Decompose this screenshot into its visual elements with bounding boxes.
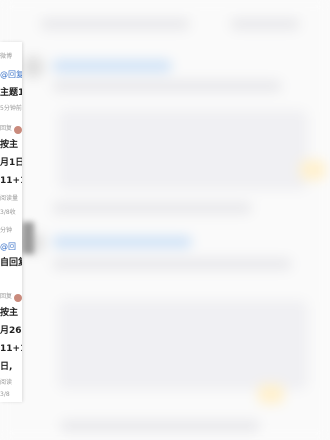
notification-line: 按主 bbox=[0, 308, 19, 318]
notification-line: 回复 bbox=[0, 293, 13, 300]
bg-text-row bbox=[52, 202, 252, 214]
notification-line: 月1日 bbox=[0, 158, 22, 168]
notification-line: 月26 bbox=[0, 326, 22, 336]
bg-card bbox=[58, 300, 308, 390]
bg-text-row bbox=[52, 80, 282, 92]
bg-text-row bbox=[52, 236, 192, 248]
bg-footer-bar bbox=[60, 420, 260, 432]
notification-line: 日, bbox=[0, 362, 13, 372]
notification-line: 主题1, bbox=[0, 88, 22, 98]
bg-chip bbox=[300, 160, 326, 180]
notification-line: 自回复 bbox=[0, 258, 22, 268]
bg-chip bbox=[258, 384, 284, 404]
notification-line: 回复 bbox=[0, 125, 13, 132]
bg-header-bar bbox=[40, 18, 190, 30]
notification-panel[interactable]: 微博 @回复 主题1, 5分钟前 回复 按主 月1日 11+1 阅读量 3/8收… bbox=[0, 42, 22, 402]
bg-avatar bbox=[22, 56, 44, 78]
notification-link[interactable]: @回 bbox=[0, 240, 22, 254]
notification-time: 分钟 bbox=[0, 227, 13, 234]
blurred-background-feed bbox=[0, 0, 330, 440]
bg-header-bar bbox=[230, 18, 300, 30]
notification-line: 阅读量 bbox=[0, 195, 19, 202]
notification-line: 3/8 bbox=[0, 391, 10, 398]
notification-time: 5分钟前 bbox=[0, 105, 22, 112]
notification-link[interactable]: @回复 bbox=[0, 68, 22, 82]
notification-line: 按主 bbox=[0, 140, 19, 150]
blurred-edge-shadow bbox=[22, 222, 34, 254]
notification-line: 3/8收 bbox=[0, 209, 16, 216]
bg-card bbox=[58, 110, 308, 190]
notification-line: 微博 bbox=[0, 53, 13, 60]
notification-line: 11+1 bbox=[0, 176, 22, 186]
bg-text-row bbox=[52, 258, 292, 270]
notification-line: 11+1 bbox=[0, 344, 22, 354]
bg-text-row bbox=[52, 60, 172, 72]
